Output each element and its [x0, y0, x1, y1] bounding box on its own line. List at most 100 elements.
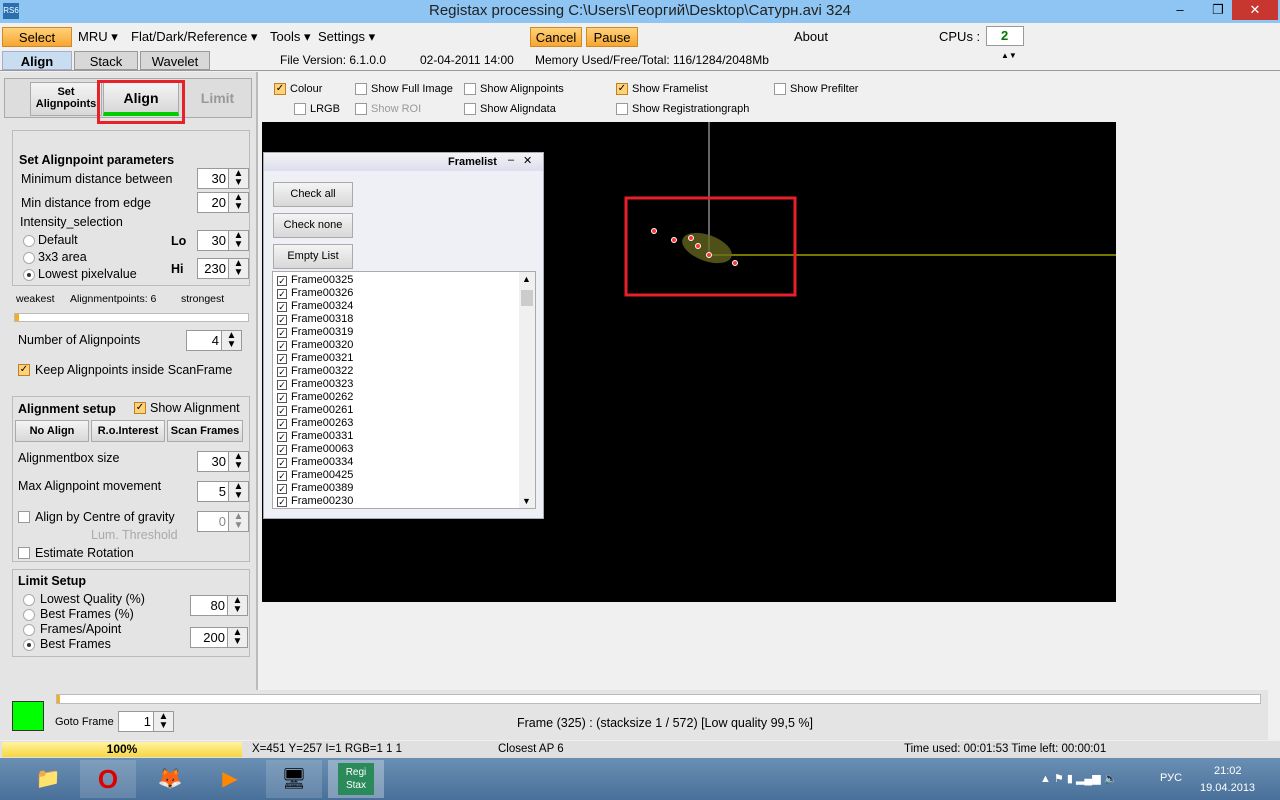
estimate-rotation-checkbox[interactable] — [18, 547, 30, 559]
lum-threshold-spinner[interactable]: 0 ▲ ▼ — [197, 511, 249, 532]
frame-checkbox[interactable]: ✓ — [277, 393, 287, 403]
menu-tools[interactable]: Tools ▾ — [266, 27, 315, 47]
best-frames-radio[interactable] — [23, 639, 35, 651]
centre-of-gravity-checkbox[interactable] — [18, 511, 30, 523]
show-roi-checkbox[interactable] — [355, 103, 367, 115]
frame-checkbox[interactable]: ✓ — [277, 445, 287, 455]
no-align-button[interactable]: No Align — [15, 420, 89, 442]
frame-checkbox[interactable]: ✓ — [277, 276, 287, 286]
show-aligndata-checkbox[interactable] — [464, 103, 476, 115]
show-prefilter-checkbox[interactable] — [774, 83, 786, 95]
show-full-image-checkbox[interactable] — [355, 83, 367, 95]
limit-percent-spinner[interactable]: 80 ▲ ▼ — [190, 595, 248, 616]
frame-checkbox[interactable]: ✓ — [277, 341, 287, 351]
roi-button[interactable]: R.o.Interest — [91, 420, 165, 442]
goto-frame-spinner[interactable]: 1 ▲ ▼ — [118, 711, 174, 732]
lowest-quality-radio[interactable] — [23, 594, 35, 606]
frame-checkbox[interactable]: ✓ — [277, 315, 287, 325]
show-alignment-checkbox[interactable]: ✓ — [134, 402, 146, 414]
min-distance-edge-spinner[interactable]: 20 ▲ ▼ — [197, 192, 249, 213]
min-distance-between-spinner[interactable]: 30 ▲ ▼ — [197, 168, 249, 189]
frame-list-item[interactable]: ✓ Frame00331 — [273, 430, 535, 443]
number-of-alignpoints-spinner[interactable]: 4 ▲ ▼ — [186, 330, 242, 351]
clock-time[interactable]: 21:02 — [1214, 765, 1242, 777]
show-alignpoints-checkbox[interactable] — [464, 83, 476, 95]
frame-checkbox[interactable]: ✓ — [277, 471, 287, 481]
frames-apoint-radio[interactable] — [23, 624, 35, 636]
tab-wavelet[interactable]: Wavelet — [140, 51, 210, 70]
colour-checkbox[interactable]: ✓ — [274, 83, 286, 95]
set-alignpoints-button[interactable]: Set Alignpoints — [30, 82, 102, 116]
lo-spinner[interactable]: 30 ▲ ▼ — [197, 230, 249, 251]
alignpoint-strength-slider[interactable] — [14, 313, 249, 322]
alignmentbox-size-spinner[interactable]: 30 ▲ ▼ — [197, 451, 249, 472]
menu-settings[interactable]: Settings ▾ — [314, 27, 379, 47]
frame-checkbox[interactable]: ✓ — [277, 419, 287, 429]
language-indicator[interactable]: РУС — [1160, 772, 1182, 784]
frame-checkbox[interactable]: ✓ — [277, 367, 287, 377]
scan-frames-button[interactable]: Scan Frames — [167, 420, 243, 442]
keep-alignpoints-checkbox[interactable]: ✓ — [18, 364, 30, 376]
frame-list-item[interactable]: ✓ Frame00425 — [273, 469, 535, 482]
frame-list-item[interactable]: ✓ Frame00318 — [273, 313, 535, 326]
frame-list-item[interactable]: ✓ Frame00324 — [273, 300, 535, 313]
firefox-icon[interactable]: 🦊 — [142, 760, 198, 798]
tab-stack[interactable]: Stack — [74, 51, 138, 70]
empty-list-button[interactable]: Empty List — [273, 244, 353, 269]
menu-about[interactable]: About — [790, 27, 832, 47]
max-alignpoint-movement-spinner[interactable]: 5 ▲ ▼ — [197, 481, 249, 502]
check-none-button[interactable]: Check none — [273, 213, 353, 238]
clock-date[interactable]: 19.04.2013 — [1200, 782, 1255, 794]
best-frames-pct-radio[interactable] — [23, 609, 35, 621]
check-all-button[interactable]: Check all — [273, 182, 353, 207]
limit-subtab-button[interactable]: Limit — [185, 90, 250, 106]
frame-checkbox[interactable]: ✓ — [277, 302, 287, 312]
pause-button[interactable]: Pause — [586, 27, 638, 47]
menu-flat-dark-reference[interactable]: Flat/Dark/Reference ▾ — [127, 27, 261, 47]
show-registrationgraph-checkbox[interactable] — [616, 103, 628, 115]
lowest-pixelvalue-radio[interactable] — [23, 269, 35, 281]
restore-button[interactable]: ❐ — [1203, 0, 1233, 20]
frame-list-item[interactable]: ✓ Frame00063 — [273, 443, 535, 456]
frame-list-item[interactable]: ✓ Frame00320 — [273, 339, 535, 352]
frame-checkbox[interactable]: ✓ — [277, 406, 287, 416]
frame-slider[interactable] — [56, 694, 1261, 704]
cpus-spinner[interactable]: 2 ▲▼ — [986, 26, 1024, 60]
frame-list-item[interactable]: ✓ Frame00323 — [273, 378, 535, 391]
lrgb-checkbox[interactable] — [294, 103, 306, 115]
select-button[interactable]: Select — [2, 27, 72, 47]
frame-list[interactable]: ✓ Frame00325 ✓ Frame00326 ✓ Frame00324 ✓ Frame0… — [272, 271, 536, 509]
frame-checkbox[interactable]: ✓ — [277, 328, 287, 338]
opera-icon[interactable]: O — [80, 760, 136, 798]
registax-taskbar-button[interactable]: Regi Stax — [328, 760, 384, 798]
frame-list-item[interactable]: ✓ Frame00389 — [273, 482, 535, 495]
best-frames-spinner[interactable]: 200 ▲ ▼ — [190, 627, 248, 648]
frame-checkbox[interactable]: ✓ — [277, 354, 287, 364]
frame-list-item[interactable]: ✓ Frame00326 — [273, 287, 535, 300]
file-explorer-icon[interactable]: 📁 — [20, 760, 76, 798]
close-icon[interactable]: ✕ — [523, 154, 532, 167]
hi-spinner[interactable]: 230 ▲ ▼ — [197, 258, 249, 279]
frame-list-item[interactable]: ✓ Frame00322 — [273, 365, 535, 378]
frame-checkbox[interactable]: ✓ — [277, 497, 287, 507]
frame-list-item[interactable]: ✓ Frame00325 — [273, 274, 535, 287]
close-button[interactable]: ✕ — [1232, 0, 1278, 20]
tab-align[interactable]: Align — [2, 51, 72, 70]
show-framelist-checkbox[interactable]: ✓ — [616, 83, 628, 95]
frame-checkbox[interactable]: ✓ — [277, 484, 287, 494]
frame-list-item[interactable]: ✓ Frame00263 — [273, 417, 535, 430]
framelist-scrollbar[interactable]: ▲ ▼ — [519, 272, 535, 508]
framelist-titlebar[interactable]: Framelist – ✕ — [264, 153, 543, 171]
menu-mru[interactable]: MRU ▾ — [74, 27, 122, 47]
cancel-button[interactable]: Cancel — [530, 27, 582, 47]
frame-list-item[interactable]: ✓ Frame00261 — [273, 404, 535, 417]
frame-list-item[interactable]: ✓ Frame00321 — [273, 352, 535, 365]
minimize-icon[interactable]: – — [508, 154, 514, 166]
frame-list-item[interactable]: ✓ Frame00230 — [273, 495, 535, 508]
frame-checkbox[interactable]: ✓ — [277, 289, 287, 299]
frame-checkbox[interactable]: ✓ — [277, 458, 287, 468]
frame-checkbox[interactable]: ✓ — [277, 380, 287, 390]
frame-list-item[interactable]: ✓ Frame00262 — [273, 391, 535, 404]
minimize-button[interactable]: – — [1165, 0, 1195, 20]
media-player-icon[interactable]: ▶ — [202, 760, 258, 798]
